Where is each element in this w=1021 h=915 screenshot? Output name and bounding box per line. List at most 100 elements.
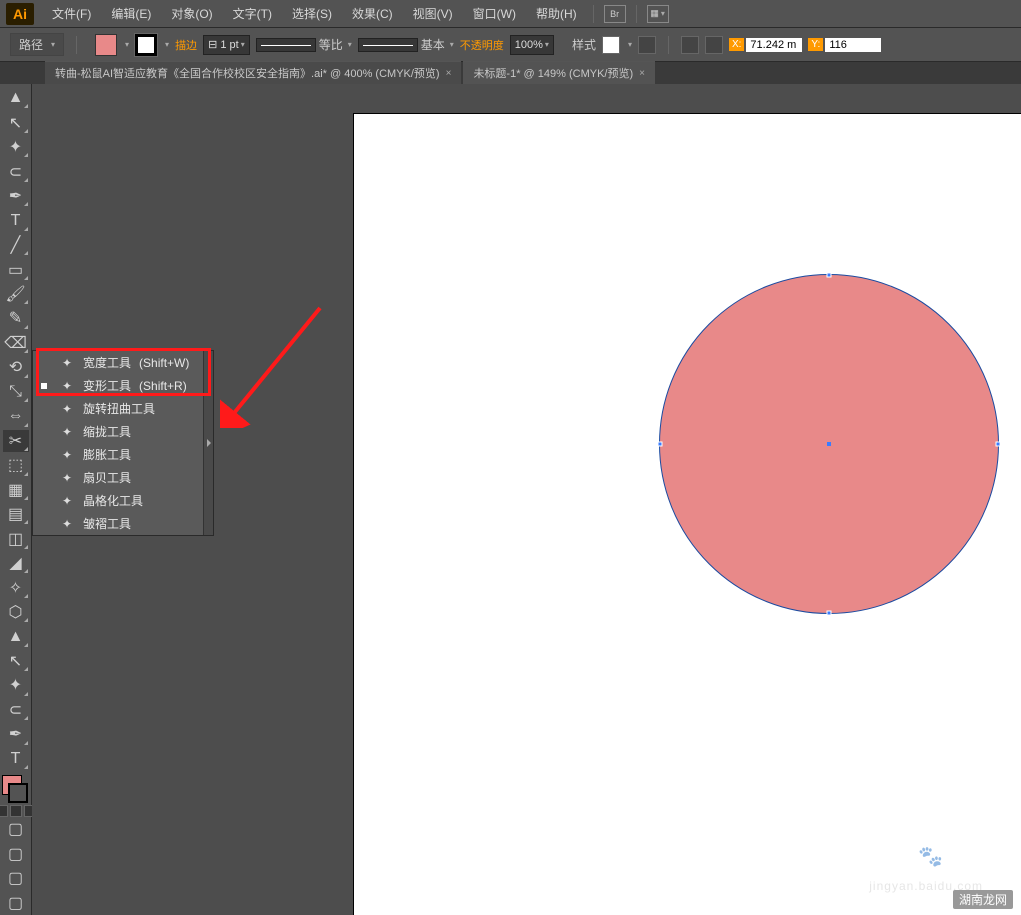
pencil-tool[interactable]: ✎	[3, 307, 29, 329]
type-tool[interactable]: T	[3, 209, 29, 231]
draw-behind-icon[interactable]: ▢	[3, 843, 29, 865]
selected-indicator	[41, 429, 47, 435]
selection-type[interactable]: 路径 ▾	[10, 33, 64, 56]
tool-icon: ✦	[59, 493, 75, 509]
flyout-item-2[interactable]: ✦旋转扭曲工具	[33, 397, 213, 420]
mesh-tool[interactable]: ◫	[3, 527, 29, 549]
hand-tool[interactable]: ✒	[3, 723, 29, 745]
arrange-docs-icon[interactable]: ▦▾	[647, 5, 669, 23]
free-transform-tool[interactable]: ⬚	[3, 454, 29, 476]
column-graph-tool[interactable]: ↖	[3, 650, 29, 672]
tab-title: 未标题-1* @ 149% (CMYK/预览)	[473, 65, 633, 81]
shape-builder-tool[interactable]: ▦	[3, 479, 29, 501]
draw-normal-icon[interactable]: ▢	[3, 818, 29, 840]
separator	[76, 36, 77, 54]
tool-icon: ✦	[59, 401, 75, 417]
artboard	[354, 114, 1021, 915]
slice-tool[interactable]: ⊂	[3, 699, 29, 721]
tool-icon: ✦	[59, 470, 75, 486]
artboard-tool[interactable]: ✦	[3, 674, 29, 696]
symbol-sprayer-tool[interactable]: ▲	[3, 625, 29, 647]
graphic-style-swatch[interactable]	[602, 36, 620, 54]
tab-title: 转曲-松鼠AI智适应教育《全国合作校校区安全指南》.ai* @ 400% (CM…	[55, 65, 440, 81]
close-icon[interactable]: ×	[446, 68, 452, 79]
fill-stroke-indicator[interactable]	[2, 775, 30, 803]
direct-selection-tool[interactable]: ↖	[3, 111, 29, 133]
separator	[668, 36, 669, 54]
draw-inside-icon[interactable]: ▢	[3, 867, 29, 889]
x-value[interactable]: 71.242 m	[746, 38, 802, 52]
gradient-mode[interactable]	[10, 805, 22, 817]
flyout-item-7[interactable]: ✦皱褶工具	[33, 512, 213, 535]
rectangle-tool[interactable]: ▭	[3, 258, 29, 280]
transform-icon[interactable]	[705, 36, 723, 54]
width-tool[interactable]: ✂	[3, 430, 29, 452]
magic-wand-tool[interactable]: ✦	[3, 136, 29, 158]
tools-panel: ▲↖✦⊂✒T╱▭🖌✎⌫⟲⤡⇔✂⬚▦▤◫◢✧⬡▲↖✦⊂✒T▢▢▢▢	[0, 84, 32, 915]
gradient-tool[interactable]: ◢	[3, 552, 29, 574]
menu-effect[interactable]: 效果(C)	[342, 5, 403, 22]
lasso-tool[interactable]: ⊂	[3, 160, 29, 182]
menu-type[interactable]: 文字(T)	[223, 5, 282, 22]
menu-help[interactable]: 帮助(H)	[526, 5, 587, 22]
close-icon[interactable]: ×	[639, 68, 645, 79]
menu-object[interactable]: 对象(O)	[161, 5, 222, 22]
opacity-input[interactable]: 100%▾	[510, 35, 554, 55]
selected-indicator	[41, 475, 47, 481]
tool-icon: ✦	[59, 447, 75, 463]
flyout-item-5[interactable]: ✦扇贝工具	[33, 466, 213, 489]
brush-definition[interactable]	[358, 38, 418, 52]
selection-tool[interactable]: ▲	[3, 87, 29, 109]
color-mode[interactable]	[0, 805, 8, 817]
y-value[interactable]: 116	[825, 38, 881, 52]
watermark-baidu: Bai🐾经验	[872, 838, 1001, 875]
menu-window[interactable]: 窗口(W)	[463, 5, 526, 22]
flyout-item-1[interactable]: ✦变形工具 (Shift+R)	[33, 374, 213, 397]
eyedropper-tool[interactable]: ✧	[3, 576, 29, 598]
paintbrush-tool[interactable]: 🖌	[3, 283, 29, 305]
separator	[636, 5, 637, 23]
flyout-label: 晶格化工具	[83, 492, 143, 509]
flyout-item-0[interactable]: ✦宽度工具 (Shift+W)	[33, 351, 213, 374]
rotate-tool[interactable]: ⤡	[3, 381, 29, 403]
line-tool[interactable]: ╱	[3, 234, 29, 256]
style-label: 样式	[572, 36, 596, 53]
menu-edit[interactable]: 编辑(E)	[101, 5, 161, 22]
perspective-grid-tool[interactable]: ▤	[3, 503, 29, 525]
brush-label: 基本	[421, 36, 445, 53]
variable-width-profile[interactable]	[256, 38, 316, 52]
tearoff-handle[interactable]	[203, 351, 213, 535]
stroke-color-swatch[interactable]	[135, 34, 157, 56]
flyout-item-6[interactable]: ✦ 晶格化工具	[33, 489, 213, 512]
menu-view[interactable]: 视图(V)	[403, 5, 463, 22]
zoom-tool[interactable]: T	[3, 748, 29, 770]
pen-tool[interactable]: ✒	[3, 185, 29, 207]
tool-icon: ✦	[59, 378, 75, 394]
eraser-tool[interactable]: ⟲	[3, 356, 29, 378]
menu-bar: Ai 文件(F) 编辑(E) 对象(O) 文字(T) 选择(S) 效果(C) 视…	[0, 0, 1021, 28]
flyout-item-3[interactable]: ✦缩拢工具	[33, 420, 213, 443]
ellipse-shape[interactable]	[659, 274, 999, 614]
opacity-label: 不透明度	[460, 37, 504, 53]
document-tab[interactable]: 转曲-松鼠AI智适应教育《全国合作校校区安全指南》.ai* @ 400% (CM…	[45, 61, 461, 84]
menu-file[interactable]: 文件(F)	[42, 5, 101, 22]
chevron-down-icon: ▾	[51, 40, 55, 49]
fill-color-swatch[interactable]	[95, 34, 117, 56]
flyout-label: 皱褶工具	[83, 515, 131, 532]
menu-select[interactable]: 选择(S)	[282, 5, 342, 22]
path-label: 路径	[19, 36, 43, 53]
screen-mode-icon[interactable]: ▢	[3, 892, 29, 914]
stroke-width-input[interactable]: ⊟ 1 pt▾	[203, 35, 250, 55]
selected-indicator	[41, 521, 47, 527]
align-icon[interactable]	[681, 36, 699, 54]
tool-flyout-menu: ✦宽度工具 (Shift+W)✦变形工具 (Shift+R)✦旋转扭曲工具 ✦缩…	[32, 350, 214, 536]
bridge-icon[interactable]: Br	[604, 5, 626, 23]
y-label: Y:	[808, 38, 823, 51]
recolor-icon[interactable]	[638, 36, 656, 54]
flyout-item-4[interactable]: ✦膨胀工具	[33, 443, 213, 466]
blob-brush-tool[interactable]: ⌫	[3, 332, 29, 354]
color-mode-row	[0, 805, 36, 817]
document-tab-active[interactable]: 未标题-1* @ 149% (CMYK/预览) ×	[463, 61, 655, 84]
blend-tool[interactable]: ⬡	[3, 601, 29, 623]
scale-tool[interactable]: ⇔	[3, 405, 29, 427]
